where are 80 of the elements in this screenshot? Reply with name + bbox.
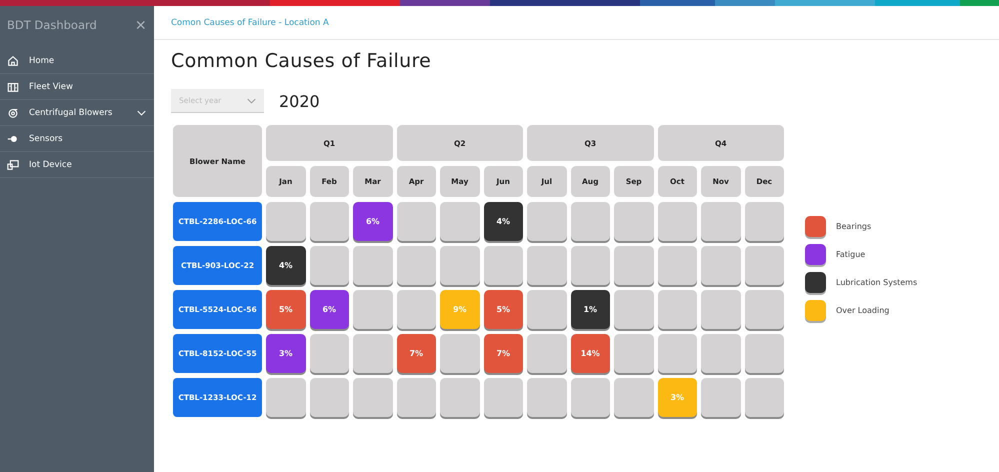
heatmap-cell: 9% bbox=[440, 290, 480, 329]
empty-cell bbox=[701, 334, 740, 373]
empty-cell bbox=[266, 378, 306, 417]
empty-cell bbox=[658, 290, 697, 329]
heatmap-cell: 6% bbox=[310, 290, 349, 329]
sidebar-item[interactable]: Sensors bbox=[0, 126, 154, 152]
empty-cell bbox=[484, 246, 523, 285]
heatmap-cell: 4% bbox=[266, 246, 306, 285]
empty-cell bbox=[614, 334, 654, 373]
year-label: 2020 bbox=[279, 92, 320, 110]
empty-cell bbox=[527, 246, 566, 285]
empty-cell bbox=[614, 378, 654, 417]
app-title: BDT Dashboard bbox=[7, 18, 97, 32]
heatmap-cell: 1% bbox=[570, 290, 610, 329]
close-button[interactable]: × bbox=[135, 16, 146, 34]
legend-label: Lubrication Systems bbox=[836, 278, 918, 287]
empty-cell bbox=[396, 202, 436, 241]
empty-cell bbox=[744, 334, 784, 373]
empty-cell bbox=[440, 378, 480, 417]
empty-cell bbox=[440, 246, 480, 285]
empty-cell bbox=[527, 202, 566, 241]
empty-cell bbox=[440, 334, 480, 373]
heatmap-cell: 7% bbox=[396, 334, 436, 373]
empty-cell bbox=[353, 378, 392, 417]
sidebar-item[interactable]: Home bbox=[0, 48, 154, 74]
heatmap-cell: 7% bbox=[484, 334, 523, 373]
empty-cell bbox=[744, 290, 784, 329]
empty-cell bbox=[527, 378, 566, 417]
empty-cell bbox=[570, 246, 610, 285]
empty-cell bbox=[527, 290, 566, 329]
empty-cell bbox=[614, 290, 654, 329]
empty-cell bbox=[484, 378, 523, 417]
empty-cell bbox=[658, 246, 697, 285]
empty-cell bbox=[310, 246, 349, 285]
map-icon bbox=[7, 80, 19, 92]
heatmap-cell: 14% bbox=[570, 334, 610, 373]
breadcrumb-link[interactable]: Comon Causes of Failure - Location A bbox=[171, 18, 329, 28]
empty-cell bbox=[570, 202, 610, 241]
empty-cell bbox=[353, 290, 392, 329]
heatmap-cell: 4% bbox=[484, 202, 523, 241]
house-icon bbox=[7, 54, 19, 66]
empty-cell bbox=[440, 202, 480, 241]
empty-cell bbox=[353, 334, 392, 373]
monitor-icon bbox=[7, 158, 19, 170]
heatmap-cell: 5% bbox=[266, 290, 306, 329]
legend-label: Fatigue bbox=[836, 250, 866, 259]
sidebar-item[interactable]: Iot Device bbox=[0, 152, 154, 178]
empty-cell bbox=[353, 246, 392, 285]
empty-cell bbox=[614, 246, 654, 285]
empty-cell bbox=[310, 334, 349, 373]
empty-cell bbox=[527, 334, 566, 373]
empty-cell bbox=[396, 246, 436, 285]
legend-label: Over Loading bbox=[836, 306, 890, 315]
chevron-down-icon bbox=[247, 98, 256, 104]
empty-cell bbox=[614, 202, 654, 241]
empty-cell bbox=[570, 378, 610, 417]
empty-cell bbox=[701, 202, 740, 241]
heatmap-cell: 3% bbox=[658, 378, 697, 417]
empty-cell bbox=[701, 378, 740, 417]
empty-cell bbox=[658, 334, 697, 373]
page-title: Common Causes of Failure bbox=[171, 50, 432, 72]
sidebar-item[interactable]: Fleet View bbox=[0, 74, 154, 100]
fan-icon bbox=[7, 106, 19, 118]
empty-cell bbox=[701, 290, 740, 329]
empty-cell bbox=[396, 378, 436, 417]
empty-cell bbox=[701, 246, 740, 285]
heatmap-cell: 5% bbox=[484, 290, 523, 329]
sidebar-item[interactable]: Centrifugal Blowers bbox=[0, 100, 154, 126]
empty-cell bbox=[266, 202, 306, 241]
heatmap-cell: 6% bbox=[353, 202, 392, 241]
empty-cell bbox=[310, 202, 349, 241]
empty-cell bbox=[396, 290, 436, 329]
empty-cell bbox=[310, 378, 349, 417]
chevron-down-icon bbox=[137, 110, 146, 116]
legend-label: Bearings bbox=[836, 222, 872, 231]
empty-cell bbox=[744, 378, 784, 417]
heatmap-cell: 3% bbox=[266, 334, 306, 373]
empty-cell bbox=[658, 202, 697, 241]
empty-cell bbox=[744, 202, 784, 241]
empty-cell bbox=[744, 246, 784, 285]
